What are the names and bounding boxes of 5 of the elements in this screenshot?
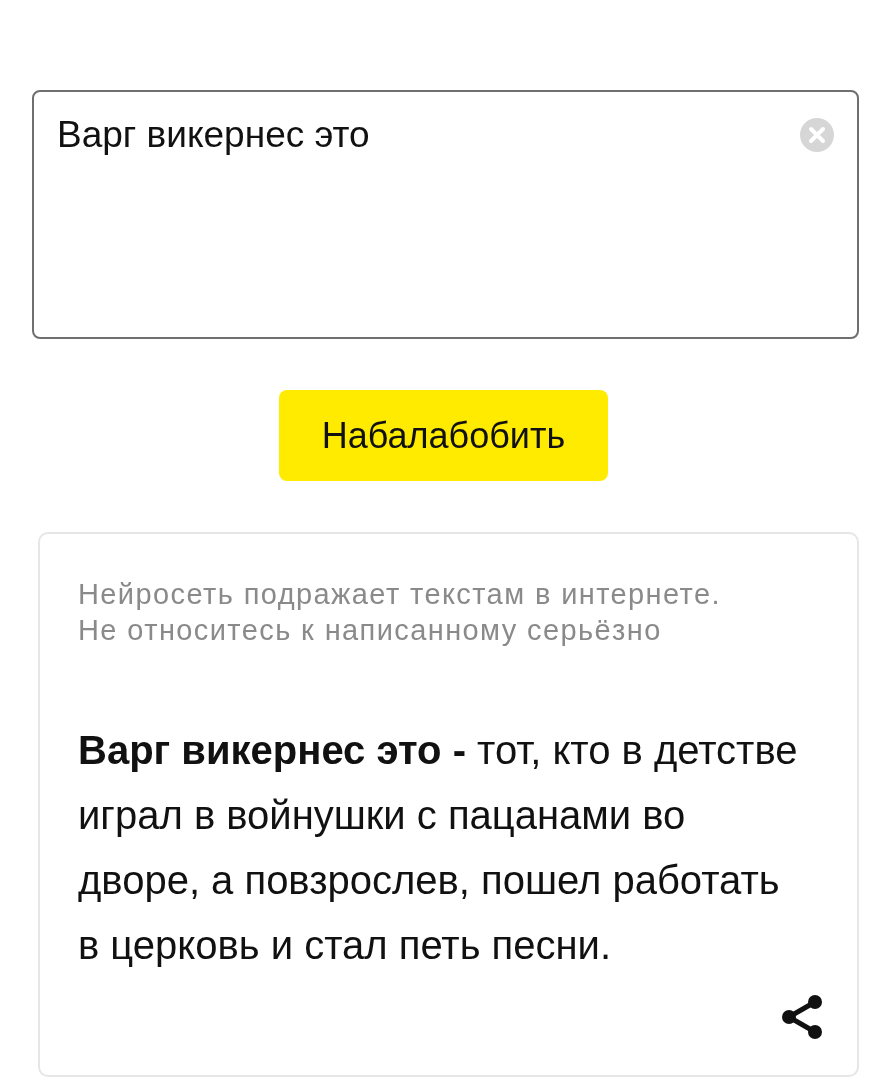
share-icon[interactable]	[781, 994, 823, 1040]
submit-button[interactable]: Набалабобить	[279, 390, 608, 481]
query-field[interactable]: Варг викернес это	[32, 90, 859, 339]
disclaimer-text: Нейросеть подражает текстам в интернете. Не относитесь к написанному серьёзно	[78, 577, 722, 648]
result-text: Варг викернес это - тот, кто в детстве играл в войнушки с пацанами во дворе, а повзрослев, пошел работать в церковь и стал петь песни.	[78, 727, 799, 969]
